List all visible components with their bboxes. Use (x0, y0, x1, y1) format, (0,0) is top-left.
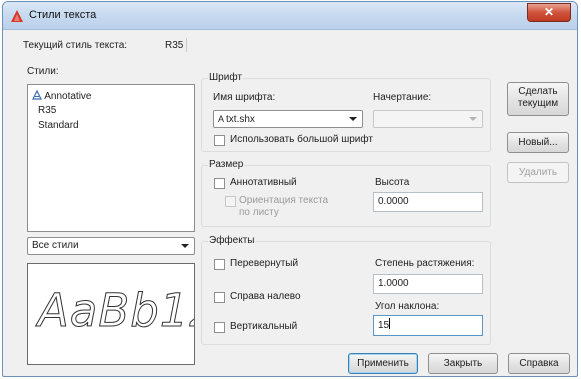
text-cursor (389, 318, 391, 329)
annotative-label: Аннотативный (230, 177, 297, 188)
close-icon: ✕ (543, 5, 555, 19)
window-title: Стили текста (29, 9, 97, 21)
text-style-dialog: Стили текста ✕ Текущий стиль текста: R35… (2, 1, 578, 377)
annotative-checkbox[interactable] (214, 178, 225, 189)
font-name-value: txt.shx (226, 114, 255, 125)
divider (186, 38, 187, 52)
close-label: Закрыть (443, 358, 483, 369)
delete-style-label: Удалить (518, 167, 558, 178)
set-current-label-line2: текущим (517, 98, 559, 109)
font-style-label: Начертание: (373, 92, 432, 103)
apply-label: Применить (357, 358, 409, 369)
vertical-label: Вертикальный (230, 321, 298, 332)
styles-list[interactable]: Annotative R35 Standard (27, 84, 195, 232)
delete-style-button[interactable]: Удалить (507, 162, 569, 183)
vertical-checkbox[interactable] (214, 322, 225, 333)
autocad-app-icon (11, 10, 23, 22)
upside-down-checkbox[interactable] (214, 259, 225, 270)
apply-button[interactable]: Применить (348, 353, 418, 374)
style-name: R35 (38, 105, 57, 116)
preview-sample-text: AaBb12 (37, 284, 194, 338)
style-preview: AaBb12 (27, 263, 195, 365)
new-style-button[interactable]: Новый... (507, 132, 569, 153)
size-group-caption: Размер (208, 159, 245, 170)
chevron-down-icon (181, 244, 189, 248)
backwards-label: Справа налево (230, 291, 301, 302)
oblique-angle-value: 15 (378, 320, 390, 331)
use-bigfont-label: Использовать большой шрифт (230, 134, 373, 145)
font-name-label: Имя шрифта: (213, 92, 276, 103)
close-button[interactable]: Закрыть (428, 353, 498, 374)
height-input[interactable]: 0.0000 (373, 192, 483, 212)
current-style-label: Текущий стиль текста: (23, 40, 128, 51)
list-item[interactable]: R35 (38, 105, 56, 116)
chevron-down-icon (349, 117, 357, 121)
help-button[interactable]: Справка (508, 353, 570, 374)
styles-filter-dropdown[interactable]: Все стили (27, 237, 195, 255)
width-factor-value: 1.0000 (378, 278, 409, 289)
font-group-caption: Шрифт (208, 72, 243, 83)
help-label: Справка (519, 358, 559, 369)
set-current-button[interactable]: Сделать текущим (507, 82, 569, 116)
font-style-dropdown[interactable] (373, 110, 483, 128)
list-item[interactable]: Annotative (32, 89, 92, 102)
width-factor-input[interactable]: 1.0000 (373, 274, 483, 294)
new-style-label: Новый... (518, 137, 558, 148)
height-label: Высота (375, 177, 410, 188)
title-bar: Стили текста ✕ (3, 2, 577, 30)
width-factor-label: Степень растяжения: (375, 258, 475, 269)
list-item[interactable]: Standard (38, 120, 79, 131)
match-orientation-checkbox[interactable] (225, 196, 236, 207)
match-orientation-label-line1: Ориентация текста (239, 195, 329, 206)
upside-down-label: Перевернутый (230, 258, 299, 269)
use-bigfont-checkbox[interactable] (214, 135, 225, 146)
style-name: Annotative (44, 91, 92, 102)
backwards-checkbox[interactable] (214, 292, 225, 303)
filter-value: Все стили (32, 240, 79, 251)
chevron-down-icon (469, 117, 477, 121)
oblique-angle-input[interactable]: 15 (373, 315, 483, 336)
set-current-label-line1: Сделать (518, 86, 558, 97)
annotative-scale-icon (32, 89, 42, 100)
style-name: Standard (38, 120, 79, 131)
styles-label: Стили: (27, 66, 59, 77)
match-orientation-label-line2: по листу (239, 207, 279, 218)
oblique-angle-label: Угол наклона: (375, 301, 440, 312)
font-name-dropdown[interactable]: Atxt.shx (213, 110, 363, 128)
current-style-value: R35 (165, 40, 184, 51)
close-window-button[interactable]: ✕ (527, 3, 571, 22)
effects-group-caption: Эффекты (208, 235, 256, 246)
shx-font-icon: A (218, 114, 225, 124)
height-value: 0.0000 (378, 196, 409, 207)
